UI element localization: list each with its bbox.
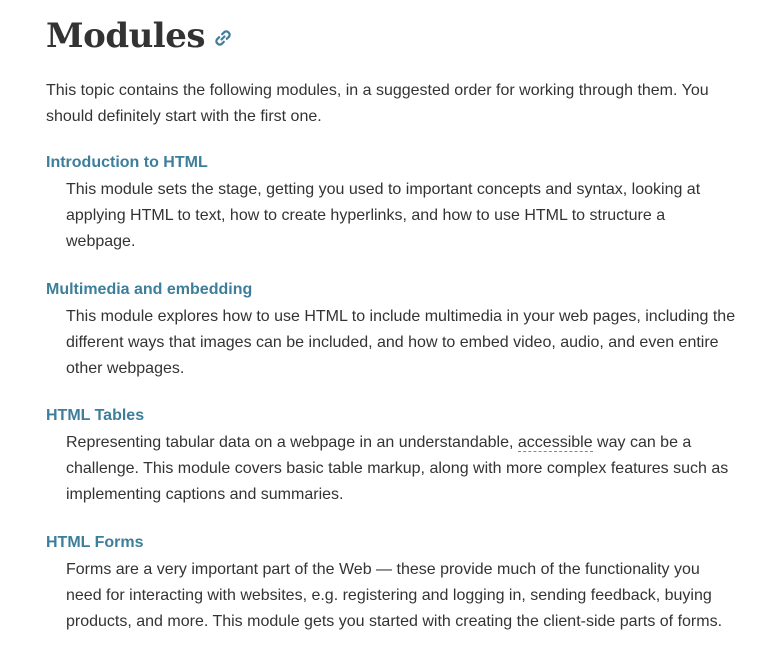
accessible-abbr[interactable]: accessible xyxy=(517,434,593,452)
module-description: Forms are a very important part of the W… xyxy=(66,561,723,630)
intro-paragraph: This topic contains the following module… xyxy=(46,82,709,125)
module-description: Representing tabular data on a webpage i… xyxy=(66,430,736,508)
title-row: Modules xyxy=(46,12,746,60)
module-link-introduction-to-html[interactable]: Introduction to HTML xyxy=(46,152,736,174)
description-text: Representing tabular data on a webpage i… xyxy=(66,434,518,451)
page-content: Modules This topic contains the followin… xyxy=(46,12,746,630)
module-introduction-to-html: Introduction to HTML This module sets th… xyxy=(46,152,736,255)
link-icon[interactable] xyxy=(214,29,232,47)
module-link-multimedia-and-embedding[interactable]: Multimedia and embedding xyxy=(46,279,736,301)
module-description: This module sets the stage, getting you … xyxy=(66,181,701,250)
module-html-forms: HTML Forms Forms are a very important pa… xyxy=(46,532,736,635)
module-description: This module explores how to use HTML to … xyxy=(66,308,736,377)
module-link-html-tables[interactable]: HTML Tables xyxy=(46,405,736,427)
page-title: Modules xyxy=(46,16,206,56)
module-link-html-forms[interactable]: HTML Forms xyxy=(46,532,736,554)
module-multimedia-and-embedding: Multimedia and embedding This module exp… xyxy=(46,279,736,382)
module-html-tables: HTML Tables Representing tabular data on… xyxy=(46,405,736,508)
